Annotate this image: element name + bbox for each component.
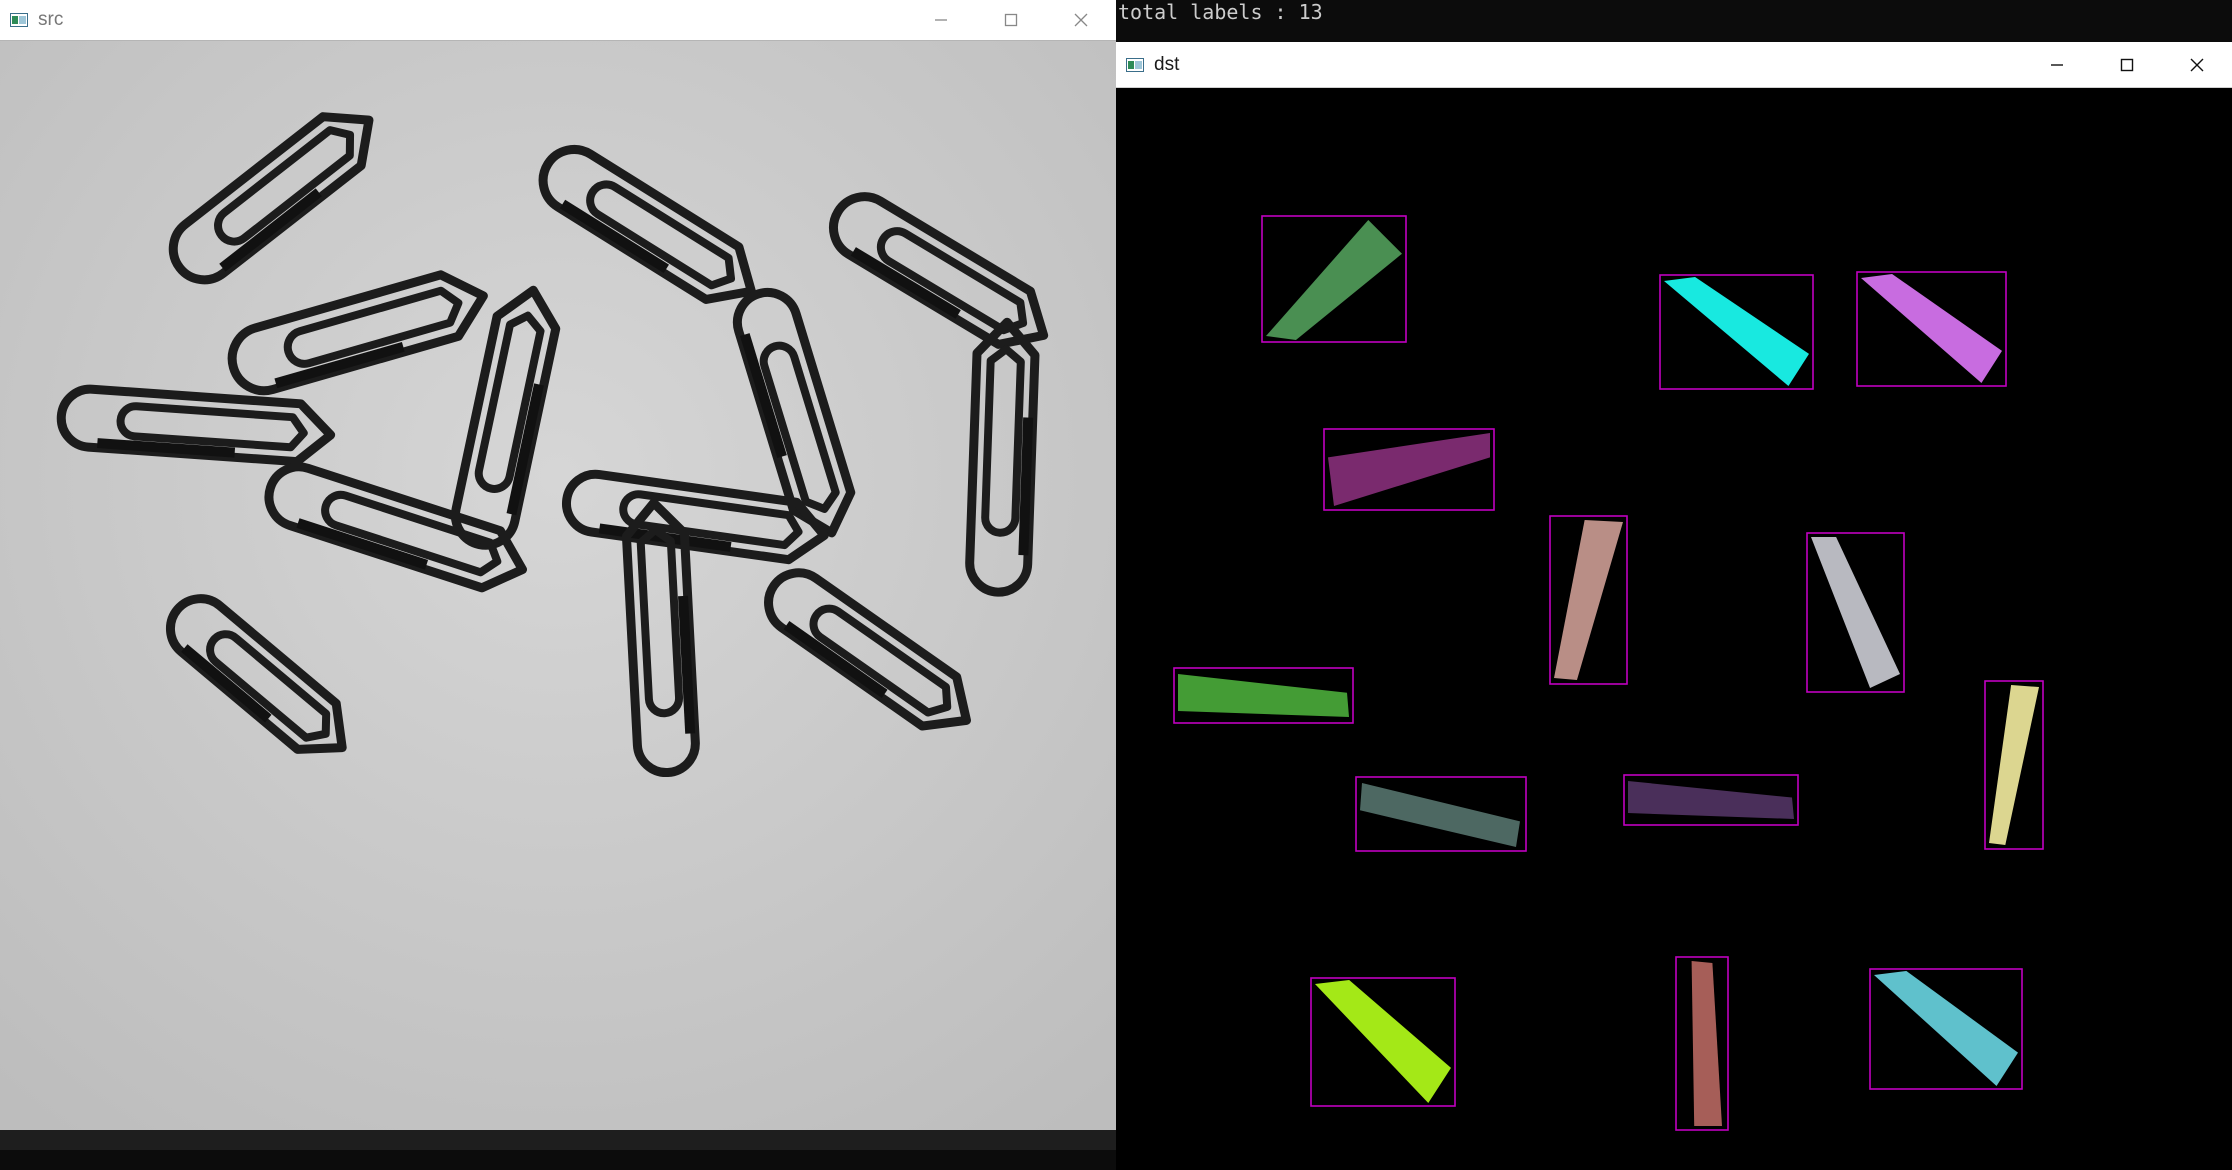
dst-titlebar[interactable]: dst [1116, 42, 2232, 88]
close-button[interactable] [2162, 42, 2232, 87]
src-image-canvas [0, 41, 1116, 1130]
paperclips-grayscale-image [0, 41, 1116, 1130]
close-icon [1074, 13, 1088, 27]
minimize-icon [935, 19, 947, 21]
src-window-title: src [38, 9, 64, 30]
src-window: src [0, 0, 1116, 1150]
minimize-button[interactable] [906, 0, 976, 40]
opencv-window-icon [1126, 57, 1144, 72]
minimize-button[interactable] [2022, 42, 2092, 87]
opencv-window-icon [10, 13, 28, 27]
maximize-button[interactable] [976, 0, 1046, 40]
dst-window: dst [1116, 42, 2232, 1170]
minimize-icon [2051, 63, 2063, 66]
dst-image-canvas [1116, 88, 2232, 1170]
close-icon [2190, 58, 2204, 71]
src-window-bottom-edge [0, 1130, 1116, 1150]
maximize-icon [1004, 13, 1018, 27]
src-titlebar[interactable]: src [0, 0, 1116, 41]
labeled-components-image [1116, 88, 2232, 1170]
close-button[interactable] [1046, 0, 1116, 40]
maximize-icon [2120, 58, 2134, 71]
console-output: total labels : 13 [1118, 0, 1323, 24]
dst-window-title: dst [1154, 53, 1180, 75]
maximize-button[interactable] [2092, 42, 2162, 87]
